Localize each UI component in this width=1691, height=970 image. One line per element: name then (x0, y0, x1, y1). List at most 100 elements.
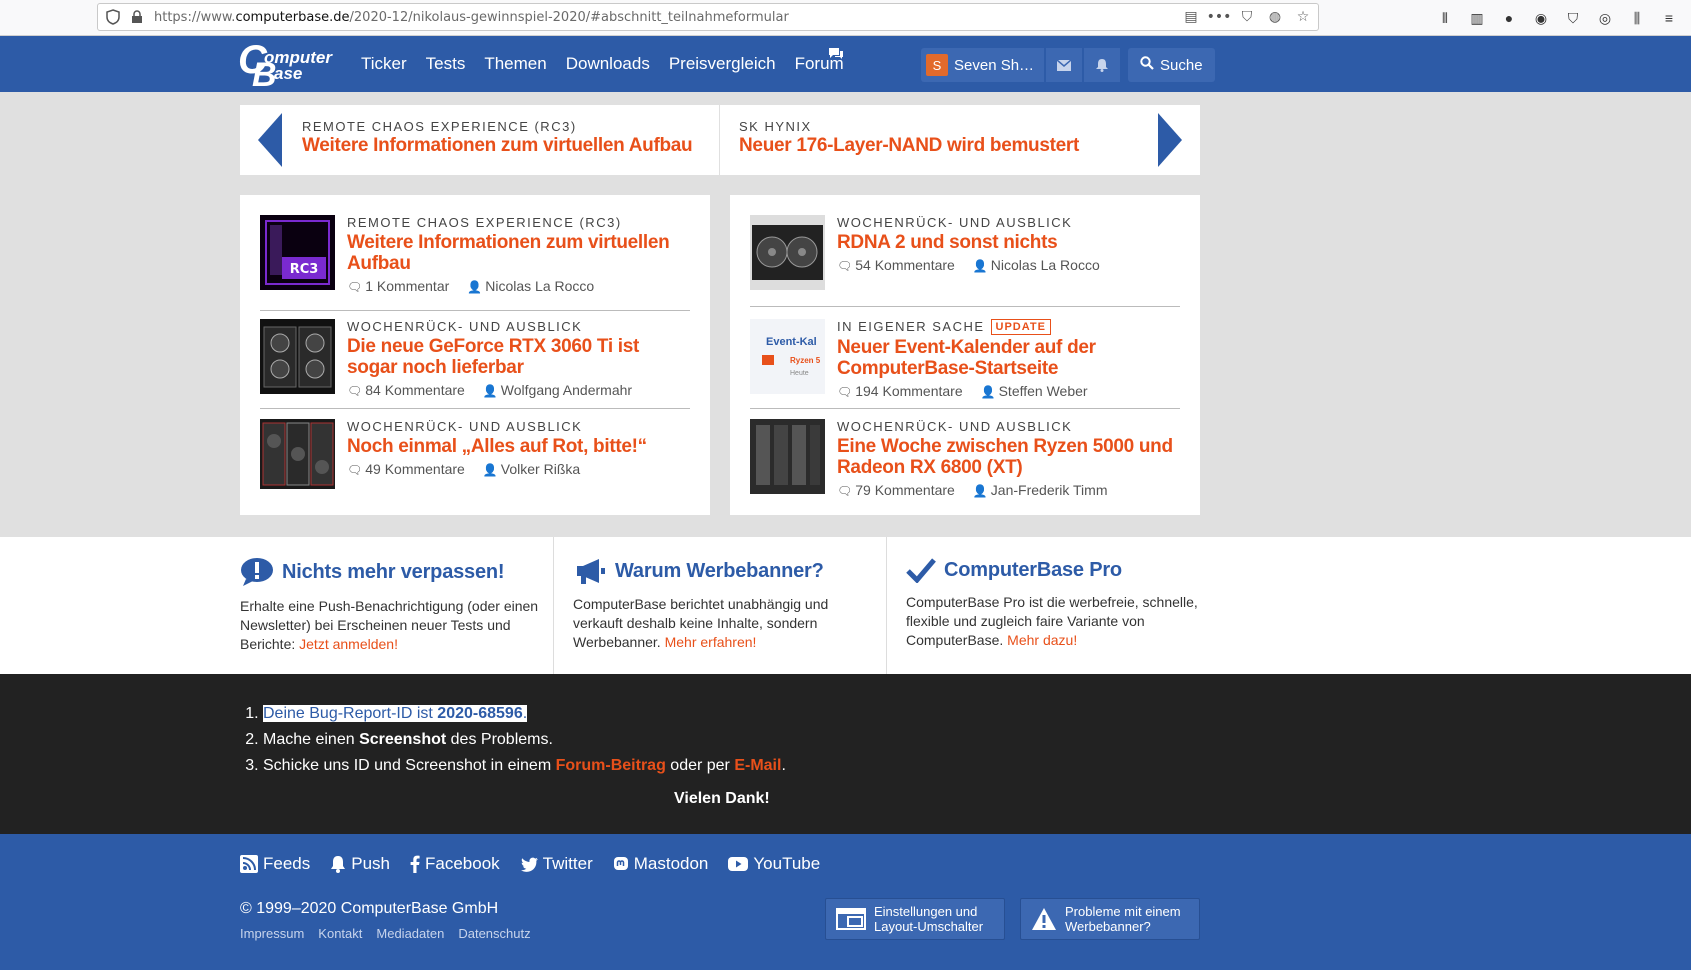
avatar: S (926, 54, 948, 76)
comments-link[interactable]: 🗨 84 Kommentare (347, 382, 465, 398)
bug-step-3: Schicke uns ID und Screenshot in einem F… (263, 753, 786, 779)
infobox-title: Nichts mehr verpassen! (282, 560, 505, 583)
person-icon: 👤 (972, 484, 988, 498)
article-thumbnail[interactable]: Event-Kal Ryzen 5 Heute (750, 319, 825, 394)
forum-post-link[interactable]: Forum-Beitrag (556, 757, 666, 774)
comments-link[interactable]: 🗨 1 Kommentar (347, 278, 449, 294)
slider-prev-arrow[interactable] (258, 113, 282, 167)
twitter-bird-icon (520, 857, 538, 872)
article-title[interactable]: Neuer Event-Kalender auf der ComputerBas… (837, 337, 1180, 379)
push-link[interactable]: Push (330, 854, 390, 874)
article-thumbnail[interactable] (260, 319, 335, 394)
copyright: © 1999–2020 ComputerBase GmbH (240, 900, 499, 917)
pocket-icon[interactable]: ⛉ (1238, 8, 1256, 26)
tracking-shield-icon[interactable] (104, 8, 122, 26)
extension-globe-icon[interactable]: ◍ (1266, 8, 1284, 26)
nav-downloads[interactable]: Downloads (566, 54, 650, 74)
comments-link[interactable]: 🗨 54 Kommentare (837, 257, 955, 273)
extension-icon[interactable]: ◉ (1531, 8, 1551, 28)
bell-icon (330, 855, 346, 873)
layout-switch-icon (836, 908, 866, 930)
user-menu[interactable]: S Seven Sh… (921, 48, 1045, 82)
main-nav: Ticker Tests Themen Downloads Preisvergl… (361, 36, 844, 92)
slider-next-arrow[interactable] (1158, 113, 1182, 167)
author[interactable]: 👤 Wolfgang Andermahr (483, 382, 632, 398)
impressum-link[interactable]: Impressum (240, 926, 304, 941)
page-actions-icon[interactable]: ••• (1207, 8, 1232, 26)
nav-ticker[interactable]: Ticker (361, 54, 407, 74)
extension-icon[interactable]: ◎ (1595, 8, 1615, 28)
slider-item[interactable]: SK Hynix Neuer 176-Layer-NAND wird bemus… (739, 119, 1079, 157)
nav-themen[interactable]: Themen (484, 54, 546, 74)
bookmark-star-icon[interactable]: ☆ (1294, 8, 1312, 26)
nav-preisvergleich[interactable]: Preisvergleich (669, 54, 776, 74)
computerbase-logo[interactable]: Computer Base (238, 38, 342, 94)
menu-icon[interactable]: ≡ (1659, 8, 1679, 28)
twitter-link[interactable]: Twitter (520, 854, 593, 874)
comments-link[interactable]: 🗨 194 Kommentare (837, 383, 963, 399)
ad-problems-button[interactable]: Probleme mit einem Werbebanner? (1020, 898, 1200, 940)
article-title[interactable]: RDNA 2 und sonst nichts (837, 232, 1180, 253)
author[interactable]: 👤 Volker Rißka (483, 461, 580, 477)
rss-icon (240, 855, 258, 873)
author[interactable]: 👤 Nicolas La Rocco (973, 257, 1100, 273)
article-title[interactable]: Die neue GeForce RTX 3060 Ti ist sogar n… (347, 336, 690, 378)
facebook-link[interactable]: Facebook (410, 854, 500, 874)
learn-more-link[interactable]: Mehr erfahren! (665, 634, 757, 650)
bell-icon (1096, 59, 1109, 72)
article-title[interactable]: Weitere Informationen zum virtuellen Auf… (347, 232, 690, 274)
youtube-link[interactable]: YouTube (728, 854, 820, 874)
article-title[interactable]: Eine Woche zwischen Ryzen 5000 und Radeo… (837, 436, 1180, 478)
comments-link[interactable]: 🗨 49 Kommentare (347, 461, 465, 477)
kontakt-link[interactable]: Kontakt (318, 926, 362, 941)
signup-link[interactable]: Jetzt anmelden! (299, 636, 398, 652)
person-icon: 👤 (972, 259, 988, 273)
search-button[interactable]: Suche (1128, 48, 1215, 82)
exclamation-bubble-icon (240, 557, 274, 587)
infobox-notifications: Nichts mehr verpassen! Erhalte eine Push… (240, 537, 540, 674)
slider-title[interactable]: Weitere Informationen zum virtuellen Auf… (302, 135, 693, 157)
bug-step-1: Deine Bug-Report-ID ist 2020-68596. (263, 701, 786, 727)
sidebar-icon[interactable]: ▥ (1467, 8, 1487, 28)
article-kicker: In eigener Sache (837, 319, 985, 334)
infobox-pro: ComputerBase Pro ComputerBase Pro ist di… (906, 557, 1198, 648)
person-icon: 👤 (980, 385, 996, 399)
lock-icon[interactable] (128, 8, 146, 26)
email-link[interactable]: E-Mail (734, 757, 781, 774)
datenschutz-link[interactable]: Datenschutz (458, 926, 530, 941)
author[interactable]: 👤 Nicolas La Rocco (467, 278, 594, 294)
more-link[interactable]: Mehr dazu! (1007, 632, 1077, 648)
person-icon: 👤 (482, 463, 498, 477)
slider-title[interactable]: Neuer 176-Layer-NAND wird bemustert (739, 135, 1079, 157)
article-thumbnail[interactable] (750, 419, 825, 494)
address-bar[interactable]: https://www.computerbase.de/2020-12/niko… (97, 3, 1319, 31)
thanks-text: Vielen Dank! (674, 790, 770, 807)
extension-icon[interactable]: ⛉ (1563, 8, 1583, 28)
bug-report-id[interactable]: 2020-68596 (437, 705, 522, 722)
extension-icon[interactable]: ● (1499, 8, 1519, 28)
person-icon: 👤 (467, 280, 483, 294)
forum-chat-icon (827, 46, 845, 65)
nav-tests[interactable]: Tests (426, 54, 466, 74)
slider-item[interactable]: Remote Chaos Experience (RC3) Weitere In… (302, 119, 693, 157)
extension-icon[interactable]: ⫼ (1627, 8, 1647, 28)
slider-kicker: SK Hynix (739, 119, 812, 134)
article-title[interactable]: Noch einmal „Alles auf Rot, bitte!“ (347, 436, 690, 457)
notifications-button[interactable] (1084, 48, 1121, 82)
article-thumbnail[interactable] (260, 419, 335, 489)
library-icon[interactable]: ⫴ (1435, 8, 1455, 28)
feeds-link[interactable]: Feeds (240, 854, 310, 874)
article-thumbnail[interactable] (750, 215, 825, 290)
reader-view-icon[interactable]: ▤ (1182, 8, 1200, 26)
svg-text:RC3: RC3 (290, 262, 319, 277)
checkmark-icon (906, 557, 936, 583)
settings-layout-button[interactable]: Einstellungen und Layout-Umschalter (825, 898, 1005, 940)
comments-link[interactable]: 🗨 79 Kommentare (837, 482, 955, 498)
mastodon-link[interactable]: Mastodon (613, 854, 708, 874)
messages-button[interactable] (1046, 48, 1083, 82)
article-thumbnail[interactable]: RC3 (260, 215, 335, 290)
author[interactable]: 👤 Jan-Frederik Timm (973, 482, 1108, 498)
mediadaten-link[interactable]: Mediadaten (376, 926, 444, 941)
author[interactable]: 👤 Steffen Weber (981, 383, 1088, 399)
svg-text:Ryzen 5: Ryzen 5 (790, 356, 821, 365)
